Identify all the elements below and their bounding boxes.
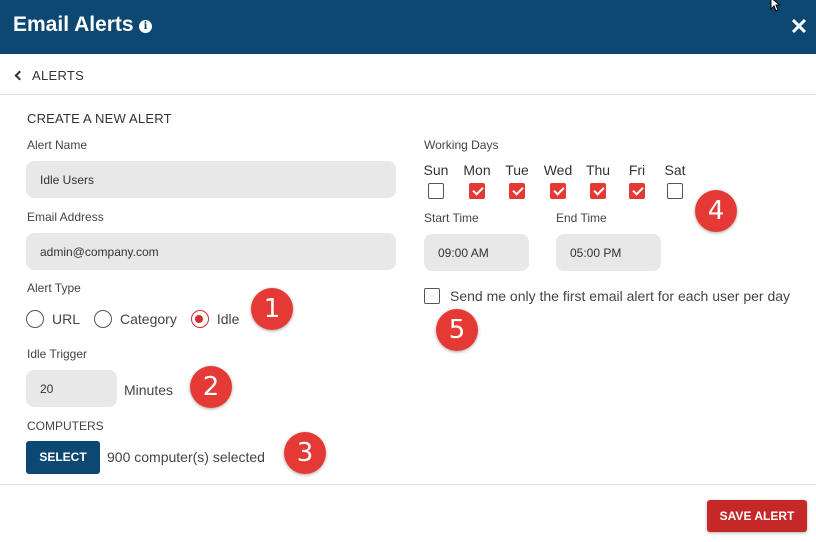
day-checkbox[interactable] (667, 183, 683, 199)
day-label: Mon (463, 162, 491, 178)
computers-selected-text: 900 computer(s) selected (107, 449, 265, 465)
back-to-alerts-link[interactable]: ALERTS (13, 68, 84, 83)
day-checkbox-checked[interactable] (590, 183, 606, 199)
section-title: CREATE A NEW ALERT (27, 111, 172, 126)
day-checkbox[interactable] (428, 183, 444, 199)
dialog-title: Email Alerts (13, 13, 134, 36)
end-time-input[interactable]: 05:00 PM (556, 234, 661, 271)
alert-type-radio-group: URL Category Idle (26, 310, 253, 328)
radio-label: URL (52, 311, 81, 327)
idle-trigger-label: Idle Trigger (27, 347, 88, 361)
annotation-badge-4: 4 (695, 190, 737, 232)
radio-label: Category (120, 311, 177, 327)
day-label: Sat (664, 162, 686, 178)
radio-label: Idle (216, 311, 240, 327)
day-label: Tue (505, 162, 529, 178)
annotation-badge-5: 5 (436, 309, 478, 351)
day-fri: Fri (617, 162, 657, 202)
annotation-badge-1: 1 (251, 288, 293, 330)
email-input[interactable]: admin@company.com (26, 233, 396, 270)
day-checkbox-checked[interactable] (629, 183, 645, 199)
dialog-header: Email Alerts i ✕ (0, 0, 816, 54)
close-icon[interactable]: ✕ (789, 16, 809, 38)
day-mon: Mon (457, 162, 497, 202)
radio-url[interactable]: URL (26, 310, 80, 328)
radio-idle[interactable]: Idle (190, 310, 240, 328)
day-thu: Thu (578, 162, 618, 202)
info-icon[interactable]: i (139, 20, 152, 33)
day-label: Fri (628, 162, 646, 178)
chevron-left-icon (14, 70, 25, 81)
day-sun: Sun (416, 162, 456, 202)
footer-divider (0, 484, 816, 485)
annotation-badge-3: 3 (284, 432, 326, 474)
day-checkbox-checked[interactable] (509, 183, 525, 199)
back-label: ALERTS (32, 68, 85, 83)
day-wed: Wed (538, 162, 578, 202)
save-alert-button[interactable]: SAVE ALERT (707, 500, 807, 532)
email-label: Email Address (27, 210, 104, 224)
first-alert-label: Send me only the first email alert for e… (450, 288, 791, 304)
alert-name-label: Alert Name (27, 138, 88, 152)
annotation-badge-2: 2 (190, 366, 232, 408)
radio-category[interactable]: Category (94, 310, 177, 328)
day-label: Thu (585, 162, 611, 178)
radio-button-selected[interactable] (190, 310, 209, 328)
day-label: Wed (543, 162, 573, 178)
first-alert-checkbox[interactable] (424, 288, 440, 304)
day-tue: Tue (497, 162, 537, 202)
start-time-label: Start Time (424, 211, 479, 225)
first-alert-option[interactable]: Send me only the first email alert for e… (424, 288, 790, 304)
radio-button[interactable] (94, 310, 113, 328)
computers-label: COMPUTERS (27, 419, 104, 433)
start-time-input[interactable]: 09:00 AM (424, 234, 529, 271)
alert-type-label: Alert Type (27, 281, 81, 295)
mouse-cursor-icon (770, 0, 782, 12)
radio-button[interactable] (26, 310, 44, 328)
idle-trigger-input[interactable]: 20 (26, 370, 117, 407)
working-days-label: Working Days (424, 138, 499, 152)
day-checkbox-checked[interactable] (550, 183, 566, 199)
day-label: Sun (423, 162, 449, 178)
alert-name-input[interactable]: Idle Users (26, 161, 396, 198)
day-sat: Sat (655, 162, 695, 202)
end-time-label: End Time (556, 211, 607, 225)
day-checkbox-checked[interactable] (469, 183, 485, 199)
idle-trigger-unit: Minutes (124, 382, 174, 398)
breadcrumb: ALERTS (0, 54, 816, 95)
select-computers-button[interactable]: SELECT (26, 441, 100, 474)
